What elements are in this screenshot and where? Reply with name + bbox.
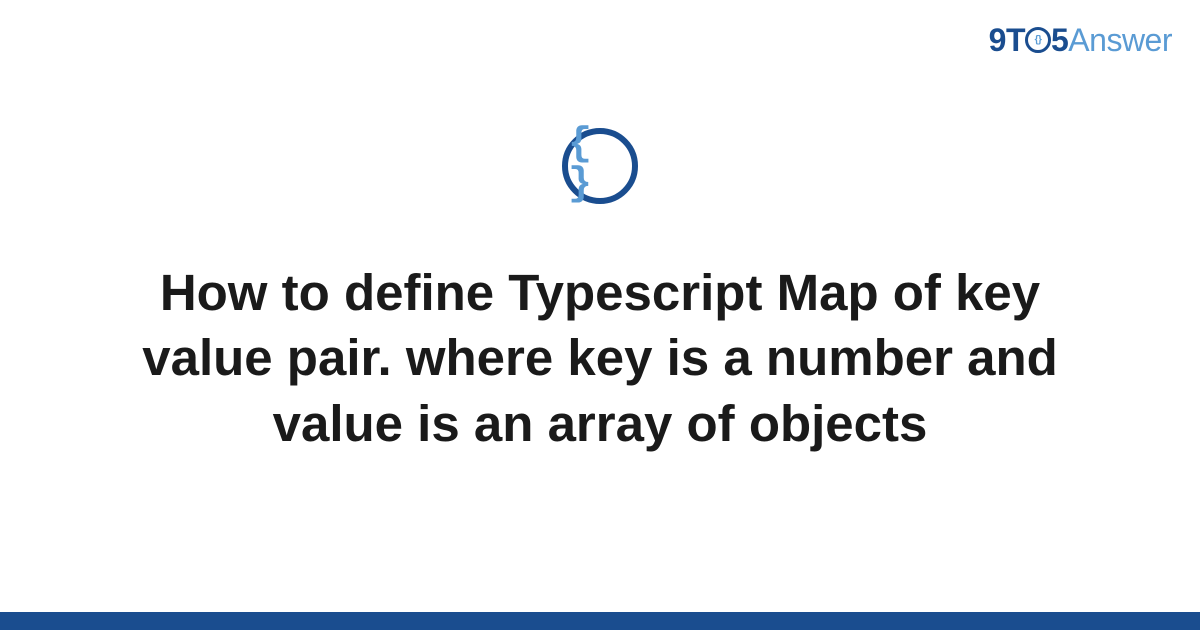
logo-text-answer: Answer (1068, 22, 1172, 58)
code-braces-icon: { } (562, 128, 638, 204)
logo-text-5: 5 (1051, 22, 1068, 58)
logo-text-9t: 9T (989, 22, 1025, 58)
page-title: How to define Typescript Map of key valu… (90, 260, 1110, 456)
site-logo: 9T{}5Answer (989, 22, 1172, 59)
braces-glyph: { } (568, 125, 632, 205)
logo-o-icon: {} (1025, 27, 1051, 53)
footer-bar (0, 612, 1200, 630)
